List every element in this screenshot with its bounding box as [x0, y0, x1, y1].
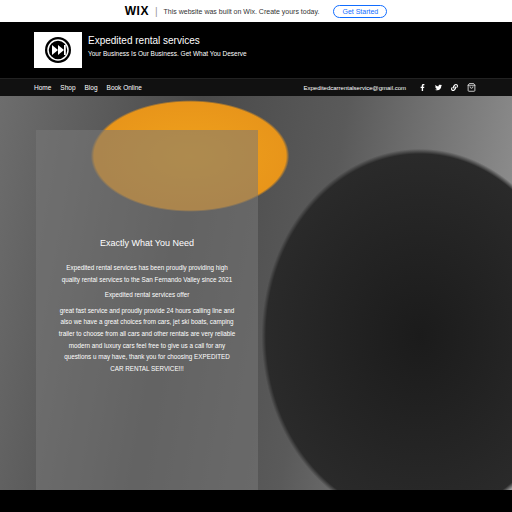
hero-paragraph: Expedited rental services has been proud… [58, 262, 236, 285]
facebook-icon[interactable] [419, 84, 426, 91]
email-link[interactable]: Expeditedcarrentalservice@gmail.com [304, 85, 406, 91]
cart-icon[interactable] [467, 83, 476, 92]
hero-paragraph: great fast service and proudly provide 2… [58, 305, 236, 375]
footer [0, 490, 512, 512]
wix-banner: WIX | This website was built on Wix. Creat… [0, 0, 512, 22]
nav-item[interactable]: Blog [85, 84, 98, 91]
nav-bar: Home Shop Blog Book Online Expeditedcarrenta… [0, 78, 512, 96]
banner-message: This website was built on Wix. Create yo… [164, 8, 320, 15]
nav-item[interactable]: Book Online [107, 84, 142, 91]
nav-item[interactable]: Home [34, 84, 51, 91]
site-header: Expedited rental services Your Business I… [0, 22, 512, 78]
site-title: Expedited rental services [88, 35, 247, 46]
hero-photo: Exactly What You Need Expedited rental se… [0, 96, 512, 490]
nav-item[interactable]: Shop [60, 84, 75, 91]
wix-logo: WIX [125, 4, 149, 18]
title-block: Expedited rental services Your Business I… [88, 35, 247, 57]
separator: | [155, 6, 158, 17]
link-icon[interactable] [451, 84, 458, 91]
hero-paragraph: Expedited rental services offer [105, 289, 190, 301]
site-subtitle: Your Business Is Our Business. Get What … [88, 50, 247, 57]
page: WIX | This website was built on Wix. Creat… [0, 0, 512, 512]
get-started-button[interactable]: Get Started [333, 5, 387, 18]
logo-icon [43, 35, 73, 65]
twitter-icon[interactable] [435, 84, 442, 91]
site-logo[interactable] [34, 32, 82, 68]
hero-heading: Exactly What You Need [100, 238, 194, 248]
info-panel: Exactly What You Need Expedited rental se… [36, 130, 258, 490]
